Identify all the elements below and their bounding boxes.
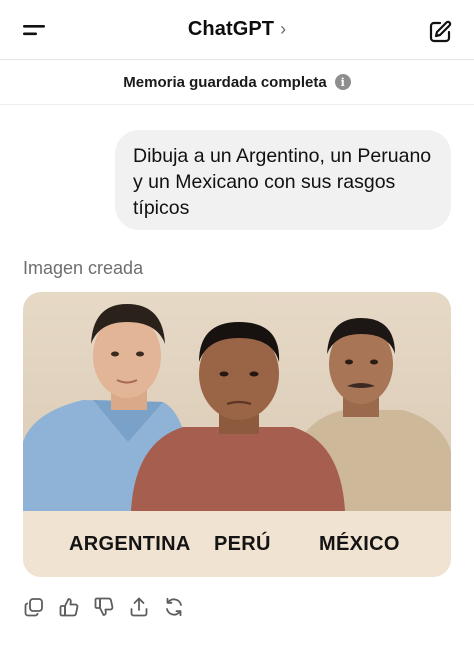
- caption-peru: PERÚ: [214, 533, 271, 555]
- caption-mexico: MÉXICO: [319, 533, 400, 555]
- regenerate-icon[interactable]: [163, 596, 185, 618]
- portrait-photo: [23, 292, 451, 511]
- share-icon[interactable]: [128, 596, 150, 618]
- menu-icon[interactable]: [22, 20, 48, 40]
- app-title: ChatGPT: [187, 18, 275, 40]
- user-message-text: Dibuja a un Argentino, un Peruano y un M…: [133, 145, 432, 219]
- copy-icon[interactable]: [23, 596, 45, 618]
- memory-status-bar: Memoria guardada completa i: [0, 60, 474, 105]
- memory-status-text: Memoria guardada completa: [123, 73, 327, 91]
- thumbs-down-icon[interactable]: [93, 596, 115, 618]
- image-created-label: Imagen creada: [23, 258, 144, 278]
- info-icon[interactable]: i: [334, 74, 351, 90]
- user-message-bubble: Dibuja a un Argentino, un Peruano y un M…: [115, 130, 451, 230]
- model-selector[interactable]: ChatGPT ›: [188, 18, 286, 41]
- message-actions: [23, 596, 185, 618]
- compose-icon[interactable]: [428, 20, 452, 44]
- caption-argentina: ARGENTINA: [69, 533, 191, 555]
- top-bar: ChatGPT ›: [0, 0, 474, 60]
- chevron-right-icon: ›: [280, 18, 287, 39]
- generated-image[interactable]: ARGENTINA PERÚ MÉXICO: [23, 292, 451, 577]
- thumbs-up-icon[interactable]: [58, 596, 80, 618]
